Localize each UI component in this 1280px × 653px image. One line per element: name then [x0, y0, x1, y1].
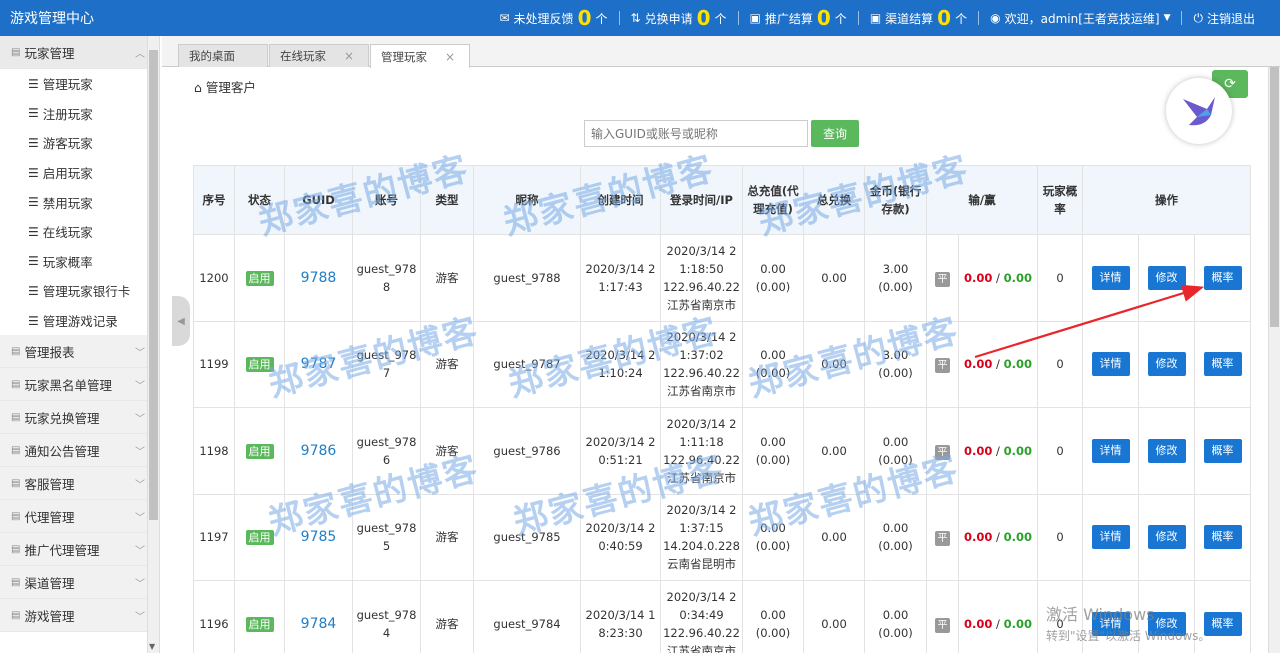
windows-activation-watermark: 激活 Windows 转到"设置"以激活 Windows。	[1046, 605, 1211, 643]
annotation-arrow	[974, 284, 1205, 359]
